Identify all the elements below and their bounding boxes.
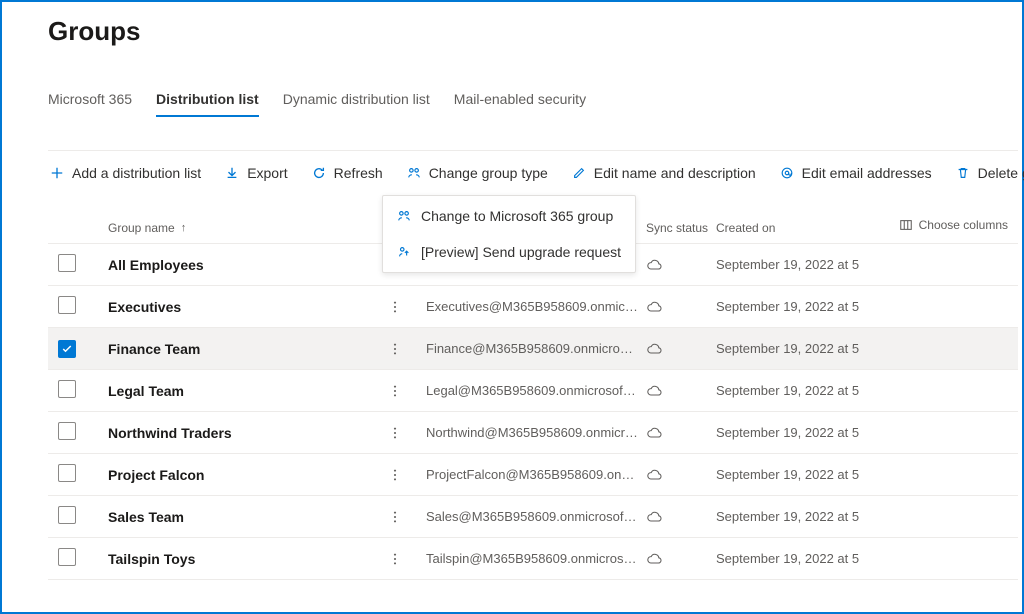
edit-name-description-button[interactable]: Edit name and description <box>570 161 758 185</box>
refresh-button[interactable]: Refresh <box>310 161 385 185</box>
add-distribution-list-button[interactable]: Add a distribution list <box>48 161 203 185</box>
created-on-cell: September 19, 2022 at 5 <box>716 551 916 566</box>
email-cell: Finance@M365B958609.onmicrosoft.com <box>426 341 646 356</box>
column-header-created-on[interactable]: Created on <box>716 221 916 235</box>
add-label: Add a distribution list <box>72 165 201 181</box>
cloud-icon <box>646 341 716 357</box>
created-on-cell: September 19, 2022 at 5 <box>716 257 916 272</box>
group-name-cell: Legal Team <box>108 383 388 399</box>
row-more-icon[interactable] <box>388 300 426 314</box>
columns-icon <box>899 218 913 232</box>
group-swap-icon <box>407 166 421 180</box>
email-cell: Executives@M365B958609.onmicrosoft.com <box>426 299 646 314</box>
change-type-label: Change group type <box>429 165 548 181</box>
download-icon <box>225 166 239 180</box>
edit-email-label: Edit email addresses <box>802 165 932 181</box>
group-name-cell: Finance Team <box>108 341 388 357</box>
cloud-icon <box>646 551 716 567</box>
row-checkbox[interactable] <box>58 380 76 398</box>
row-checkbox[interactable] <box>58 296 76 314</box>
row-more-icon[interactable] <box>388 510 426 524</box>
column-header-group-name[interactable]: Group name ↑ <box>108 221 388 235</box>
table-row[interactable]: Tailspin Toys Tailspin@M365B958609.onmicr… <box>48 538 1018 580</box>
tab-bar: Microsoft 365 Distribution list Dynamic … <box>48 91 1018 118</box>
table-row[interactable]: Northwind Traders Northwind@M365B958609.o… <box>48 412 1018 454</box>
created-on-cell: September 19, 2022 at 5 <box>716 467 916 482</box>
delete-group-button[interactable]: Delete group <box>954 161 1024 185</box>
created-on-cell: September 19, 2022 at 5 <box>716 425 916 440</box>
page-title: Groups <box>48 16 1018 47</box>
edit-name-label: Edit name and description <box>594 165 756 181</box>
edit-email-addresses-button[interactable]: Edit email addresses <box>778 161 934 185</box>
refresh-label: Refresh <box>334 165 383 181</box>
table-row[interactable]: Legal Team Legal@M365B958609.onmicrosoft.… <box>48 370 1018 412</box>
tab-microsoft-365[interactable]: Microsoft 365 <box>48 91 132 117</box>
column-header-sync-status[interactable]: Sync status <box>646 221 716 235</box>
row-more-icon[interactable] <box>388 426 426 440</box>
delete-label: Delete group <box>978 165 1024 181</box>
table-row[interactable]: Finance Team Finance@M365B958609.onmicros… <box>48 328 1018 370</box>
trash-icon <box>956 166 970 180</box>
group-name-cell: All Employees <box>108 257 388 273</box>
change-group-type-menu: Change to Microsoft 365 group [Preview] … <box>382 195 636 273</box>
row-checkbox[interactable] <box>58 506 76 524</box>
command-bar: Add a distribution list Export Refresh C… <box>48 161 1018 185</box>
pencil-icon <box>572 166 586 180</box>
row-more-icon[interactable] <box>388 384 426 398</box>
row-more-icon[interactable] <box>388 342 426 356</box>
menu-item-label: [Preview] Send upgrade request <box>421 244 621 260</box>
menu-item-change-to-m365[interactable]: Change to Microsoft 365 group <box>383 198 635 234</box>
row-checkbox[interactable] <box>58 548 76 566</box>
created-on-cell: September 19, 2022 at 5 <box>716 299 916 314</box>
created-on-cell: September 19, 2022 at 5 <box>716 383 916 398</box>
sort-ascending-icon: ↑ <box>181 222 187 234</box>
plus-icon <box>50 166 64 180</box>
group-name-cell: Northwind Traders <box>108 425 388 441</box>
email-cell: Sales@M365B958609.onmicrosoft.com <box>426 509 646 524</box>
choose-columns-label: Choose columns <box>919 218 1008 232</box>
export-label: Export <box>247 165 287 181</box>
email-cell: Tailspin@M365B958609.onmicrosoft.com <box>426 551 646 566</box>
created-on-cell: September 19, 2022 at 5 <box>716 341 916 356</box>
change-group-type-button[interactable]: Change group type <box>405 161 550 185</box>
cloud-icon <box>646 509 716 525</box>
row-more-icon[interactable] <box>388 468 426 482</box>
group-name-cell: Project Falcon <box>108 467 388 483</box>
cloud-icon <box>646 257 716 273</box>
export-button[interactable]: Export <box>223 161 289 185</box>
group-name-cell: Executives <box>108 299 388 315</box>
table-row[interactable]: Project Falcon ProjectFalcon@M365B958609.… <box>48 454 1018 496</box>
cloud-icon <box>646 299 716 315</box>
tab-dynamic-distribution-list[interactable]: Dynamic distribution list <box>283 91 430 117</box>
cloud-icon <box>646 467 716 483</box>
refresh-icon <box>312 166 326 180</box>
row-checkbox[interactable] <box>58 340 76 358</box>
row-more-icon[interactable] <box>388 552 426 566</box>
tab-mail-enabled-security[interactable]: Mail-enabled security <box>454 91 586 117</box>
group-up-icon <box>397 245 411 259</box>
created-on-cell: September 19, 2022 at 5 <box>716 509 916 524</box>
at-icon <box>780 166 794 180</box>
table-row[interactable]: Sales Team Sales@M365B958609.onmicrosoft.… <box>48 496 1018 538</box>
table-row[interactable]: Executives Executives@M365B958609.onmicro… <box>48 286 1018 328</box>
group-icon <box>397 209 411 223</box>
menu-item-send-upgrade-request[interactable]: [Preview] Send upgrade request <box>383 234 635 270</box>
tab-distribution-list[interactable]: Distribution list <box>156 91 259 117</box>
group-name-cell: Sales Team <box>108 509 388 525</box>
email-cell: ProjectFalcon@M365B958609.onmicrosoft.c <box>426 467 646 482</box>
menu-item-label: Change to Microsoft 365 group <box>421 208 613 224</box>
row-checkbox[interactable] <box>58 464 76 482</box>
choose-columns-button[interactable]: Choose columns <box>899 218 1008 232</box>
cloud-icon <box>646 383 716 399</box>
row-checkbox[interactable] <box>58 254 76 272</box>
row-checkbox[interactable] <box>58 422 76 440</box>
group-name-cell: Tailspin Toys <box>108 551 388 567</box>
column-label: Group name <box>108 221 175 235</box>
cloud-icon <box>646 425 716 441</box>
email-cell: Northwind@M365B958609.onmicrosoft.com <box>426 425 646 440</box>
section-divider <box>48 150 1018 151</box>
email-cell: Legal@M365B958609.onmicrosoft.com <box>426 383 646 398</box>
